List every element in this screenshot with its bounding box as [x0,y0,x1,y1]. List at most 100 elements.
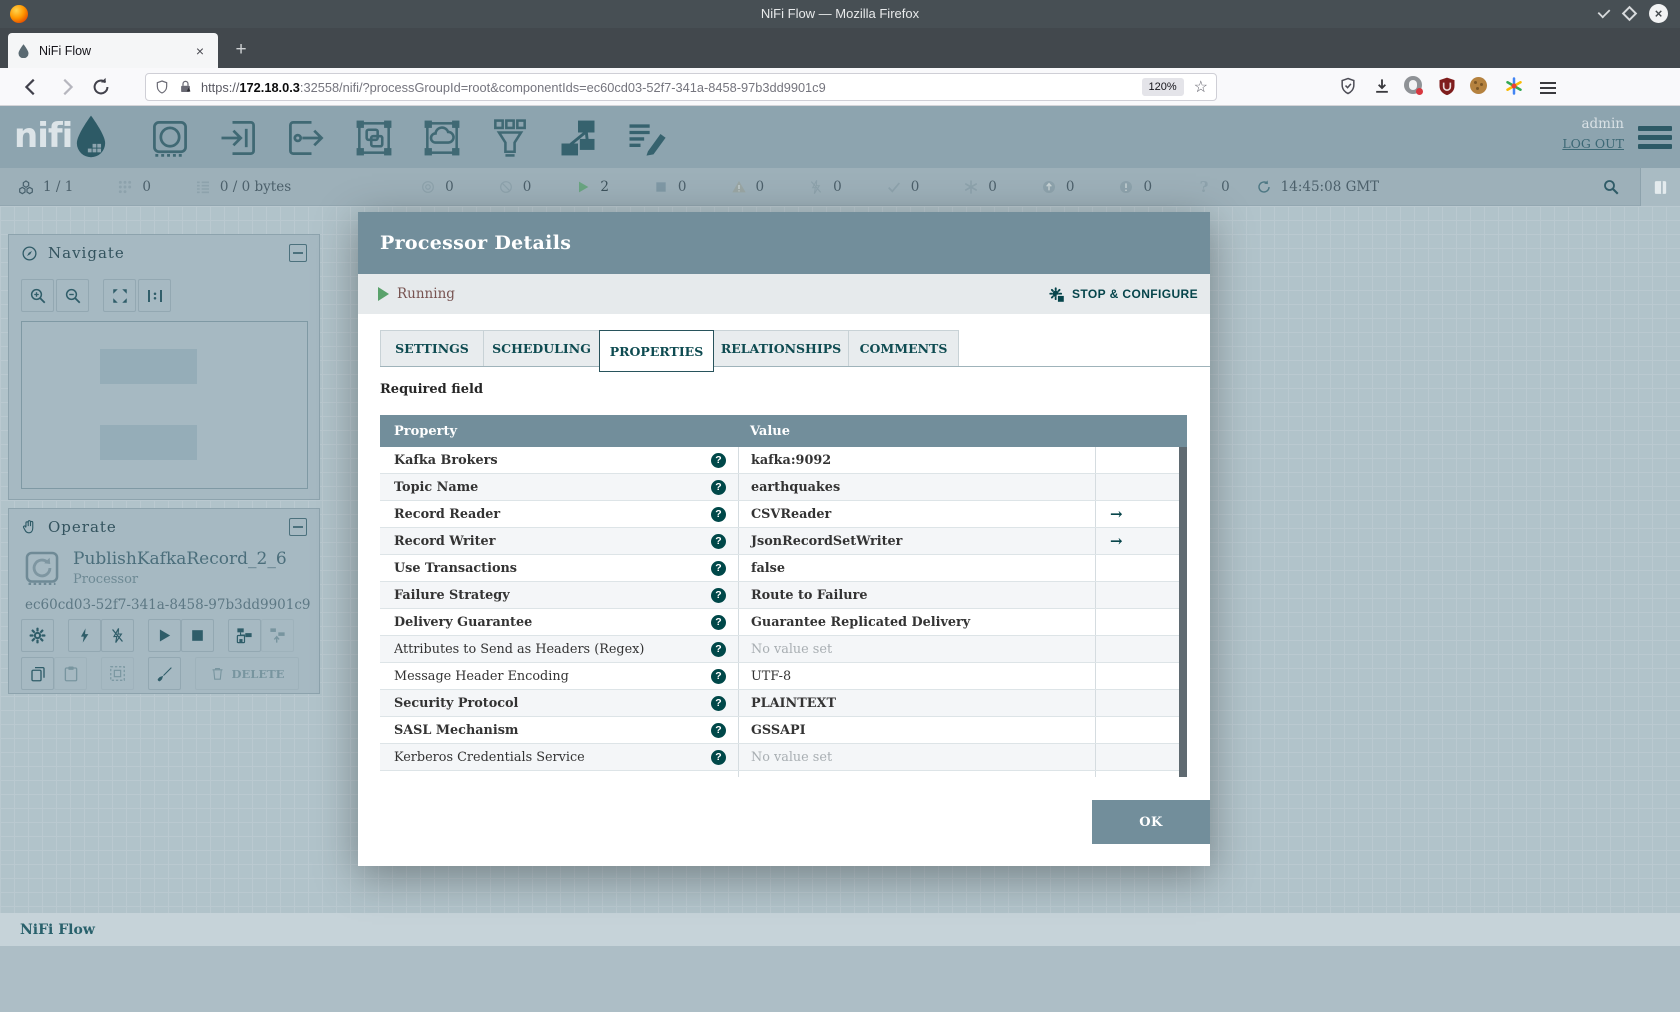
paste-button[interactable] [54,657,87,690]
zoom-level-badge[interactable]: 120% [1141,78,1184,96]
tab-settings[interactable]: SETTINGS [380,330,484,367]
back-icon[interactable] [20,76,42,98]
disable-button[interactable] [101,619,134,652]
color-button[interactable] [148,657,181,690]
configure-button[interactable] [21,619,54,652]
go-to-service-icon[interactable]: → [1110,505,1123,523]
nifi-header-toolbar: nifi admin LOG OUT [0,106,1680,168]
ublock-icon[interactable] [1437,76,1457,96]
help-icon[interactable]: ? [711,479,726,495]
enable-button[interactable] [68,619,101,652]
operate-collapse-button[interactable] [289,518,307,536]
breadcrumb[interactable]: NiFi Flow [20,922,95,938]
output-port-component-icon[interactable] [284,116,328,160]
help-icon[interactable]: ? [711,776,726,777]
zoom-out-button[interactable] [56,279,89,312]
forward-icon[interactable] [56,76,78,98]
ok-button[interactable]: OK [1092,800,1210,844]
help-icon[interactable]: ? [711,452,726,468]
browser-tab[interactable]: NiFi Flow × [8,33,218,68]
upload-template-button[interactable] [261,619,294,652]
zoom-fit-button[interactable] [103,279,136,312]
bookmark-star-icon[interactable]: ☆ [1194,77,1208,97]
table-row[interactable]: Attributes to Send as Headers (Regex) ? … [380,636,1187,663]
group-button[interactable] [101,657,134,690]
table-row[interactable]: Delivery Guarantee ? Guarantee Replicate… [380,609,1187,636]
help-icon[interactable]: ? [711,749,726,765]
help-icon[interactable]: ? [711,506,726,522]
help-icon[interactable]: ? [711,560,726,576]
zoom-actual-size-button[interactable] [138,279,171,312]
tab-close-icon[interactable]: × [190,43,210,59]
container-extension-icon[interactable] [1404,76,1424,96]
birdseye-minimap[interactable] [21,321,308,489]
zoom-in-button[interactable] [21,279,54,312]
threads-icon [119,180,132,193]
table-row[interactable]: Message Header Encoding ? UTF-8 [380,663,1187,690]
protections-shield-icon[interactable] [1338,76,1358,96]
table-row[interactable]: Failure Strategy ? Route to Failure [380,582,1187,609]
logout-link[interactable]: LOG OUT [1562,136,1624,151]
cookie-extension-icon[interactable] [1470,76,1490,96]
permissions-shield-icon[interactable] [154,79,170,95]
reload-icon[interactable] [90,76,112,98]
stop-icon [192,630,203,641]
help-icon[interactable]: ? [711,722,726,738]
start-button[interactable] [148,619,181,652]
tab-comments[interactable]: COMMENTS [848,330,959,367]
funnel-component-icon[interactable] [488,116,532,160]
new-tab-button[interactable]: + [228,38,254,64]
table-row[interactable]: Kerberos Credentials Service ? No value … [380,744,1187,771]
go-to-service-icon[interactable]: → [1110,532,1123,550]
copy-icon [30,666,45,681]
help-icon[interactable]: ? [711,641,726,657]
window-close-icon[interactable]: × [1649,4,1668,23]
downloads-icon[interactable] [1372,76,1392,96]
window-minimize-icon[interactable] [1597,5,1611,18]
stop-button[interactable] [181,619,214,652]
label-component-icon[interactable] [624,116,668,160]
table-row[interactable]: Kerberos Service Name ? No value set [380,771,1187,777]
table-row[interactable]: Security Protocol ? PLAINTEXT [380,690,1187,717]
menu-hamburger-icon[interactable] [1540,79,1560,99]
search-button[interactable] [1602,178,1640,196]
help-icon[interactable]: ? [711,533,726,549]
template-component-icon[interactable] [556,116,600,160]
stop-and-configure-button[interactable]: STOP & CONFIGURE [1047,285,1198,304]
table-row[interactable]: Record Reader ? CSVReader → [380,501,1187,528]
birdseye-toggle-button[interactable] [1640,168,1680,206]
tab-properties[interactable]: PROPERTIES [599,330,714,372]
operate-header[interactable]: Operate [9,509,319,545]
window-maximize-icon[interactable] [1621,5,1638,22]
remote-process-group-component-icon[interactable] [420,116,464,160]
table-row[interactable]: Use Transactions ? false [380,555,1187,582]
table-scrollbar[interactable] [1179,447,1187,777]
url-text[interactable]: https://172.18.0.3:32558/nifi/?processGr… [201,80,1142,95]
navigate-collapse-button[interactable] [289,244,307,262]
global-menu-icon[interactable] [1638,122,1672,153]
table-row[interactable]: Topic Name ? earthquakes [380,474,1187,501]
stat-stale: 0 [1041,179,1074,195]
help-icon[interactable]: ? [711,587,726,603]
tab-relationships[interactable]: RELATIONSHIPS [713,330,849,367]
color-asterisk-extension-icon[interactable] [1504,76,1524,96]
bolt-icon [80,628,89,643]
lock-warning-icon[interactable] [178,79,193,95]
navigate-header[interactable]: Navigate [9,235,319,271]
help-icon[interactable]: ? [711,695,726,711]
processor-component-icon[interactable] [148,116,192,160]
help-icon[interactable]: ? [711,614,726,630]
table-row[interactable]: Kafka Brokers ? kafka:9092 [380,447,1187,474]
process-group-component-icon[interactable] [352,116,396,160]
table-row[interactable]: Record Writer ? JsonRecordSetWriter → [380,528,1187,555]
url-bar[interactable]: https://172.18.0.3:32558/nifi/?processGr… [145,73,1217,101]
input-port-component-icon[interactable] [216,116,260,160]
create-template-button[interactable] [228,619,261,652]
help-icon[interactable]: ? [711,668,726,684]
tab-scheduling[interactable]: SCHEDULING [483,330,600,367]
delete-button[interactable]: DELETE [195,657,299,690]
refresh-icon[interactable] [1256,179,1272,195]
table-row[interactable]: SASL Mechanism ? GSSAPI [380,717,1187,744]
stat-disabled: 0 [808,179,842,195]
copy-button[interactable] [21,657,54,690]
